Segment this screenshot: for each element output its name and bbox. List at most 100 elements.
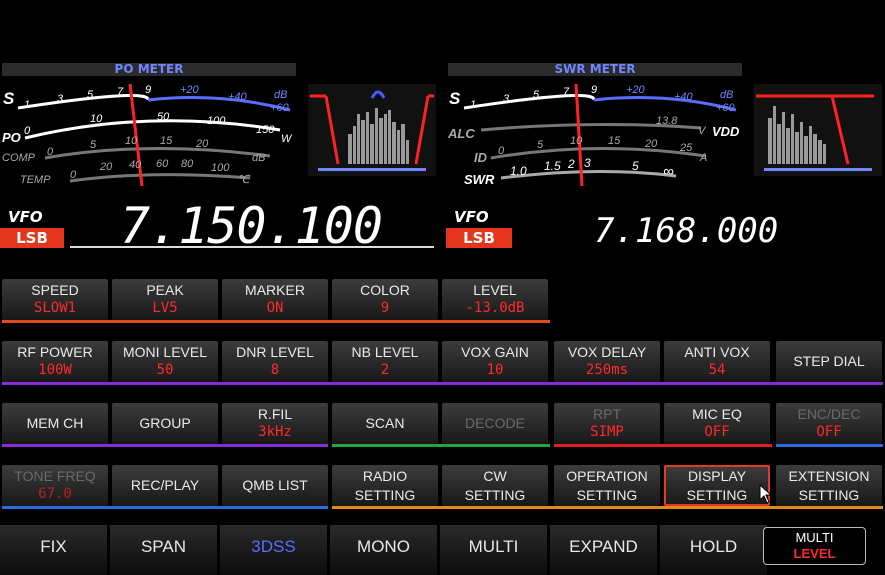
- vfo-main-mode[interactable]: LSB: [0, 228, 64, 248]
- svg-text:+60: +60: [716, 102, 736, 114]
- svg-text:5: 5: [87, 89, 94, 101]
- svg-text:7: 7: [563, 86, 570, 98]
- mouse-cursor-icon: [759, 484, 773, 504]
- operation-setting-button[interactable]: OPERATION SETTING: [554, 465, 660, 506]
- svg-text:3: 3: [503, 93, 510, 105]
- mic-eq-button[interactable]: MIC EQ OFF: [664, 403, 770, 444]
- enc-dec-button[interactable]: ENC/DEC OFF: [776, 403, 882, 444]
- speed-button[interactable]: SPEED SLOW1: [2, 279, 108, 320]
- swr-meter-title: SWR METER: [448, 63, 742, 76]
- row3-underline-b: [332, 444, 550, 447]
- mono-button[interactable]: MONO: [330, 525, 437, 575]
- svg-text:5: 5: [632, 159, 639, 173]
- svg-text:+20: +20: [180, 84, 200, 96]
- fix-button[interactable]: FIX: [0, 525, 107, 575]
- svg-text:A: A: [699, 152, 707, 164]
- svg-text:TEMP: TEMP: [20, 174, 51, 186]
- svg-text:0: 0: [47, 146, 54, 158]
- svg-text:3: 3: [584, 156, 591, 170]
- row4-underline-b: [332, 506, 883, 509]
- vfo-main-label: VFO: [8, 208, 43, 226]
- svg-text:150: 150: [256, 124, 275, 136]
- hold-button[interactable]: HOLD: [660, 525, 767, 575]
- svg-text:PO: PO: [2, 130, 21, 145]
- spectrum-scope-right: [754, 84, 882, 176]
- svg-text:0: 0: [498, 145, 505, 157]
- svg-text:100: 100: [211, 162, 230, 174]
- peak-button[interactable]: PEAK LV5: [112, 279, 218, 320]
- r-fil-button[interactable]: R.FIL 3kHz: [222, 403, 328, 444]
- cw-setting-button[interactable]: CW SETTING: [442, 465, 548, 506]
- rec-play-button[interactable]: REC/PLAY: [112, 465, 218, 506]
- svg-text:+40: +40: [228, 91, 248, 103]
- rf-power-button[interactable]: RF POWER 100W: [2, 341, 108, 382]
- extension-setting-button[interactable]: EXTENSION SETTING: [776, 465, 882, 506]
- svg-text:15: 15: [160, 135, 173, 147]
- svg-text:25: 25: [679, 142, 693, 154]
- level-button[interactable]: LEVEL -13.0dB: [442, 279, 548, 320]
- svg-text:5: 5: [537, 139, 544, 151]
- s-label: S: [3, 89, 15, 108]
- svg-text:7: 7: [117, 86, 124, 98]
- qmb-list-button[interactable]: QMB LIST: [222, 465, 328, 506]
- 3dss-button[interactable]: 3DSS: [220, 525, 327, 575]
- svg-text:40: 40: [129, 159, 142, 171]
- svg-text:5: 5: [90, 139, 97, 151]
- dnr-level-button[interactable]: DNR LEVEL 8: [222, 341, 328, 382]
- svg-text:1.5: 1.5: [544, 159, 561, 173]
- svg-text:∞: ∞: [663, 163, 674, 180]
- row4-underline-a: [2, 506, 328, 509]
- svg-text:1: 1: [24, 99, 30, 111]
- row3-underline-a: [2, 444, 328, 447]
- svg-text:20: 20: [195, 138, 209, 150]
- svg-text:VDD: VDD: [712, 124, 740, 139]
- vfo-sub-frequency[interactable]: 7.168.000: [594, 211, 778, 251]
- po-meter: S 1 3 5 7 9 +20 +40 dB +60 PO 0 10 50 10…: [2, 83, 293, 187]
- svg-text:10: 10: [570, 135, 583, 147]
- multi-button[interactable]: MULTI: [440, 525, 547, 575]
- decode-button[interactable]: DECODE: [442, 403, 548, 444]
- anti-vox-button[interactable]: ANTI VOX 54: [664, 341, 770, 382]
- marker-button[interactable]: MARKER ON: [222, 279, 328, 320]
- expand-button[interactable]: EXPAND: [550, 525, 657, 575]
- svg-text:100: 100: [207, 115, 226, 127]
- svg-text:1: 1: [470, 99, 476, 111]
- color-button[interactable]: COLOR 9: [332, 279, 438, 320]
- vox-gain-button[interactable]: VOX GAIN 10: [442, 341, 548, 382]
- step-dial-button[interactable]: STEP DIAL: [776, 341, 882, 382]
- po-meter-title: PO METER: [2, 63, 296, 76]
- svg-text:+40: +40: [674, 91, 694, 103]
- row1-underline: [2, 320, 550, 323]
- vfo-sub-label: VFO: [454, 208, 489, 226]
- svg-text:5: 5: [533, 89, 540, 101]
- svg-text:0: 0: [70, 169, 77, 181]
- nb-level-button[interactable]: NB LEVEL 2: [332, 341, 438, 382]
- svg-text:dB: dB: [274, 89, 287, 101]
- multi-level-button[interactable]: MULTI LEVEL: [763, 527, 866, 565]
- rpt-button[interactable]: RPT SIMP: [554, 403, 660, 444]
- svg-text:ALC: ALC: [447, 126, 475, 141]
- svg-text:15: 15: [608, 135, 621, 147]
- scan-button[interactable]: SCAN: [332, 403, 438, 444]
- svg-text:0: 0: [24, 125, 31, 137]
- group-button[interactable]: GROUP: [112, 403, 218, 444]
- swr-meter: S 1 3 5 7 9 +20 +40 dB +60 ALC 13.8 V VD…: [447, 83, 740, 187]
- svg-text:13.8: 13.8: [656, 115, 678, 127]
- display-setting-button[interactable]: DISPLAY SETTING: [664, 465, 770, 506]
- row2-underline: [2, 382, 883, 385]
- vox-delay-button[interactable]: VOX DELAY 250ms: [554, 341, 660, 382]
- svg-text:ID: ID: [474, 150, 488, 165]
- svg-text:50: 50: [157, 111, 170, 123]
- row3-underline-c: [554, 444, 772, 447]
- moni-level-button[interactable]: MONI LEVEL 50: [112, 341, 218, 382]
- span-button[interactable]: SPAN: [110, 525, 217, 575]
- mem-ch-button[interactable]: MEM CH: [2, 403, 108, 444]
- radio-setting-button[interactable]: RADIO SETTING: [332, 465, 438, 506]
- row3-underline-d: [776, 444, 883, 447]
- vfo-sub-mode[interactable]: LSB: [446, 228, 512, 248]
- svg-text:1.0: 1.0: [510, 164, 527, 178]
- svg-text:+20: +20: [626, 84, 646, 96]
- svg-text:9: 9: [145, 84, 151, 96]
- vfo-main-underline: [70, 246, 434, 248]
- tone-freq-button[interactable]: TONE FREQ 67.0: [2, 465, 108, 506]
